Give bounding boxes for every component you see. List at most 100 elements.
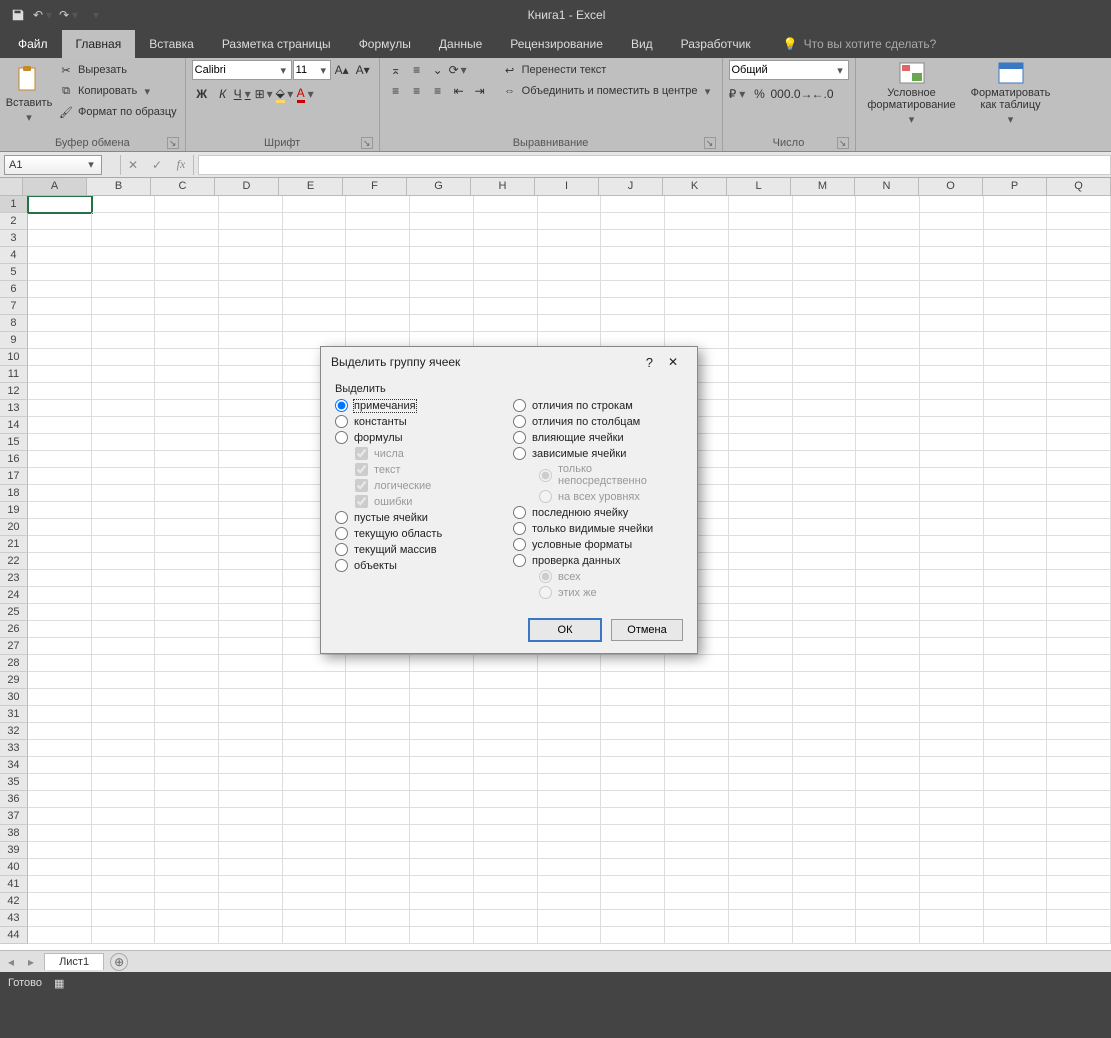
cell[interactable] bbox=[793, 672, 857, 689]
cell[interactable] bbox=[793, 825, 857, 842]
cell[interactable] bbox=[474, 876, 538, 893]
cell[interactable] bbox=[538, 774, 602, 791]
cell[interactable] bbox=[793, 655, 857, 672]
cell[interactable] bbox=[984, 519, 1048, 536]
cell[interactable] bbox=[856, 723, 920, 740]
cell[interactable] bbox=[920, 774, 984, 791]
cell[interactable] bbox=[1047, 213, 1111, 230]
cell[interactable] bbox=[155, 825, 219, 842]
cell[interactable] bbox=[474, 689, 538, 706]
cell[interactable] bbox=[793, 638, 857, 655]
cell[interactable] bbox=[219, 230, 283, 247]
cell[interactable] bbox=[538, 723, 602, 740]
cell[interactable] bbox=[665, 723, 729, 740]
cell[interactable] bbox=[793, 468, 857, 485]
cell[interactable] bbox=[920, 281, 984, 298]
cell[interactable] bbox=[28, 315, 92, 332]
column-header[interactable]: M bbox=[791, 178, 855, 195]
cell[interactable] bbox=[346, 281, 410, 298]
cell[interactable] bbox=[920, 468, 984, 485]
cell[interactable] bbox=[920, 366, 984, 383]
cell[interactable] bbox=[92, 808, 156, 825]
cell[interactable] bbox=[729, 893, 793, 910]
cell[interactable] bbox=[410, 706, 474, 723]
alignment-launcher[interactable]: ↘ bbox=[704, 137, 716, 149]
cell[interactable] bbox=[155, 621, 219, 638]
cell[interactable] bbox=[219, 383, 283, 400]
cell[interactable] bbox=[984, 706, 1048, 723]
radio-formulas[interactable]: формулы bbox=[335, 431, 505, 444]
cell[interactable] bbox=[920, 536, 984, 553]
cell[interactable] bbox=[793, 400, 857, 417]
cell[interactable] bbox=[346, 213, 410, 230]
cell[interactable] bbox=[92, 281, 156, 298]
paste-button[interactable]: Вставить ▾ bbox=[6, 60, 52, 126]
cell[interactable] bbox=[219, 213, 283, 230]
cell[interactable] bbox=[729, 723, 793, 740]
row-header[interactable]: 41 bbox=[0, 876, 28, 893]
row-header[interactable]: 2 bbox=[0, 213, 28, 230]
cell[interactable] bbox=[856, 808, 920, 825]
cell[interactable] bbox=[92, 247, 156, 264]
cell[interactable] bbox=[1047, 706, 1111, 723]
cell[interactable] bbox=[984, 774, 1048, 791]
cell[interactable] bbox=[856, 230, 920, 247]
cell[interactable] bbox=[28, 723, 92, 740]
cell[interactable] bbox=[793, 791, 857, 808]
cell[interactable] bbox=[984, 604, 1048, 621]
cell[interactable] bbox=[28, 774, 92, 791]
sheet-nav-prev[interactable]: ◂ bbox=[4, 955, 18, 969]
row-header[interactable]: 10 bbox=[0, 349, 28, 366]
cell[interactable] bbox=[1047, 791, 1111, 808]
cell[interactable] bbox=[219, 621, 283, 638]
align-middle-icon[interactable]: ≡ bbox=[407, 60, 427, 80]
cell[interactable] bbox=[283, 723, 347, 740]
close-icon[interactable]: ✕ bbox=[659, 351, 687, 373]
cell[interactable] bbox=[219, 349, 283, 366]
cell[interactable] bbox=[856, 400, 920, 417]
cell[interactable] bbox=[920, 400, 984, 417]
macro-record-icon[interactable]: ▦ bbox=[54, 977, 64, 990]
row-header[interactable]: 33 bbox=[0, 740, 28, 757]
decrease-indent-icon[interactable]: ⇤ bbox=[449, 81, 469, 101]
cell[interactable] bbox=[601, 927, 665, 944]
number-format-combo[interactable]: ▾ bbox=[729, 60, 849, 80]
cell[interactable] bbox=[346, 264, 410, 281]
cell[interactable] bbox=[219, 723, 283, 740]
cell[interactable] bbox=[474, 859, 538, 876]
cell[interactable] bbox=[155, 842, 219, 859]
number-launcher[interactable]: ↘ bbox=[837, 137, 849, 149]
cell[interactable] bbox=[538, 706, 602, 723]
cell[interactable] bbox=[1047, 451, 1111, 468]
cell[interactable] bbox=[346, 842, 410, 859]
cell[interactable] bbox=[856, 655, 920, 672]
cell[interactable] bbox=[920, 723, 984, 740]
cell[interactable] bbox=[793, 230, 857, 247]
cell[interactable] bbox=[155, 910, 219, 927]
row-header[interactable]: 19 bbox=[0, 502, 28, 519]
cell[interactable] bbox=[219, 706, 283, 723]
percent-icon[interactable]: % bbox=[750, 84, 770, 104]
cell[interactable] bbox=[729, 808, 793, 825]
cell[interactable] bbox=[601, 757, 665, 774]
cell[interactable] bbox=[92, 876, 156, 893]
cell[interactable] bbox=[856, 468, 920, 485]
cell[interactable] bbox=[474, 723, 538, 740]
cell[interactable] bbox=[920, 808, 984, 825]
cell[interactable] bbox=[920, 196, 984, 213]
column-header[interactable]: Q bbox=[1047, 178, 1111, 195]
cell[interactable] bbox=[28, 859, 92, 876]
cell[interactable] bbox=[665, 910, 729, 927]
column-header[interactable]: P bbox=[983, 178, 1047, 195]
cell[interactable] bbox=[729, 230, 793, 247]
cell[interactable] bbox=[346, 876, 410, 893]
cell[interactable] bbox=[410, 740, 474, 757]
currency-icon[interactable]: ₽▾ bbox=[729, 84, 749, 104]
cell[interactable] bbox=[729, 570, 793, 587]
cell[interactable] bbox=[793, 485, 857, 502]
cell[interactable] bbox=[601, 774, 665, 791]
cell[interactable] bbox=[729, 247, 793, 264]
cell[interactable] bbox=[92, 587, 156, 604]
cell[interactable] bbox=[283, 655, 347, 672]
cell[interactable] bbox=[28, 366, 92, 383]
